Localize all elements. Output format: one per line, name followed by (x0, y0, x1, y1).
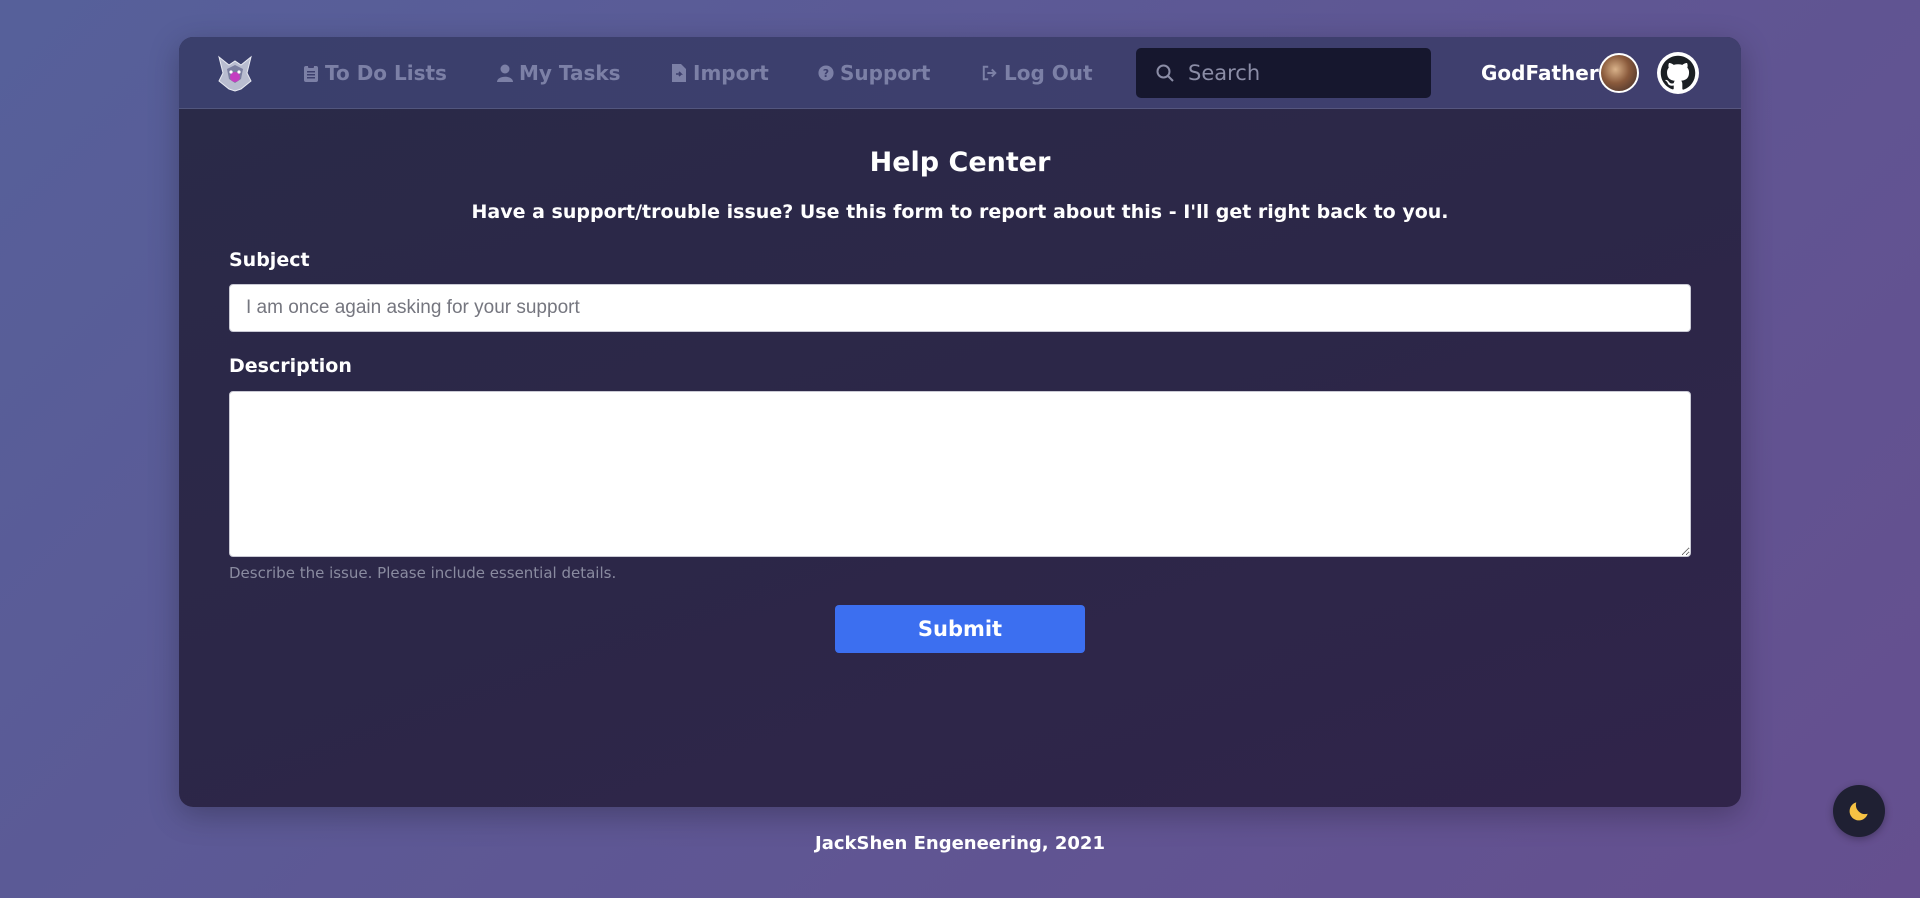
page-title: Help Center (869, 147, 1051, 178)
github-icon[interactable] (1657, 52, 1699, 94)
description-hint: Describe the issue. Please include essen… (229, 564, 617, 582)
dark-mode-toggle[interactable] (1833, 785, 1885, 837)
app-logo-icon[interactable] (213, 51, 257, 95)
subject-label: Subject (229, 249, 310, 271)
file-import-icon (672, 64, 686, 82)
clipboard-icon (304, 64, 318, 82)
nav-item-import[interactable]: Import (671, 60, 769, 86)
username[interactable]: GodFather (1481, 61, 1599, 85)
description-label: Description (229, 355, 352, 377)
search-box (1136, 48, 1431, 98)
nav-item-support[interactable]: ? Support (818, 60, 930, 86)
question-circle-icon: ? (818, 65, 834, 81)
sign-out-icon (982, 65, 997, 81)
moon-icon (1849, 802, 1868, 821)
subject-field[interactable] (229, 284, 1691, 332)
navbar: To Do Lists My Tasks Import ? Support Lo… (179, 37, 1741, 109)
footer-text: JackShen Engeneering, 2021 (815, 833, 1105, 854)
avatar[interactable] (1599, 53, 1639, 93)
nav-item-label: To Do Lists (325, 61, 447, 85)
nav-item-label: Import (693, 61, 769, 85)
search-input[interactable] (1188, 61, 1408, 85)
description-field[interactable] (229, 391, 1691, 557)
nav-item-todo-lists[interactable]: To Do Lists (303, 60, 447, 86)
nav-item-label: My Tasks (519, 61, 621, 85)
main-card: To Do Lists My Tasks Import ? Support Lo… (179, 37, 1741, 807)
submit-button[interactable]: Submit (835, 605, 1085, 653)
page-subtitle: Have a support/trouble issue? Use this f… (471, 201, 1449, 223)
search-icon (1156, 64, 1174, 82)
user-icon (497, 64, 513, 82)
nav-item-log-out[interactable]: Log Out (982, 60, 1093, 86)
nav-item-label: Support (840, 61, 931, 85)
nav-item-label: Log Out (1004, 61, 1093, 85)
nav-item-my-tasks[interactable]: My Tasks (497, 60, 621, 86)
svg-text:?: ? (823, 67, 829, 80)
